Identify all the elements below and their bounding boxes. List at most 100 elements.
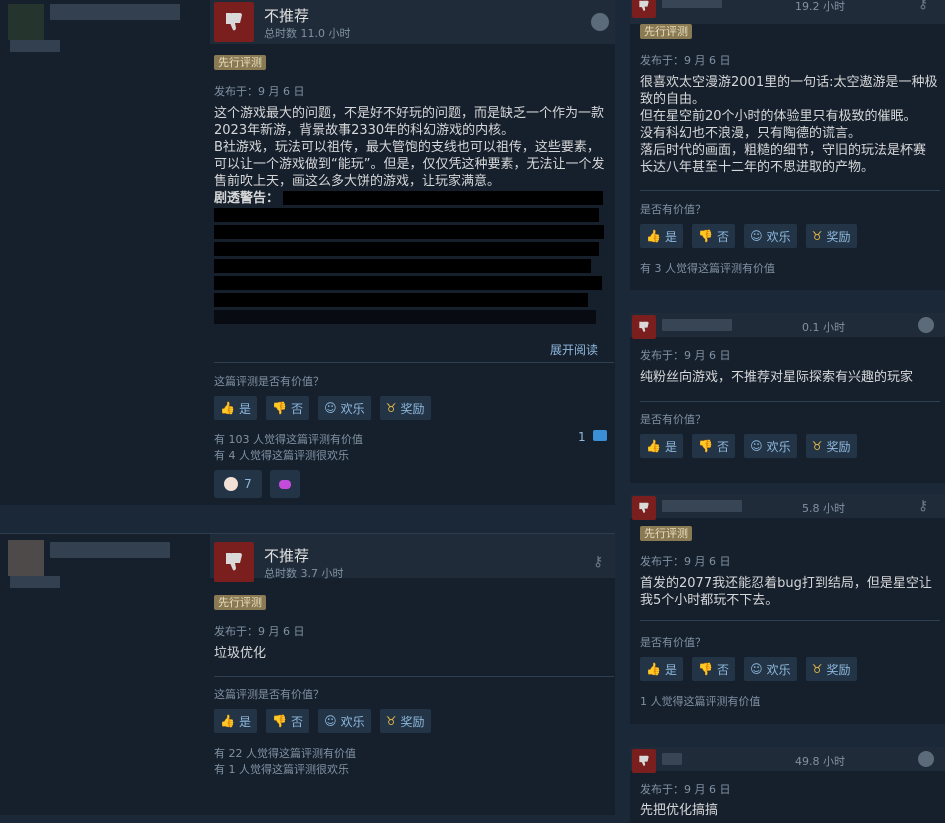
thumbs-up-icon: 👍 (220, 714, 235, 728)
comment-link[interactable]: 1 (578, 430, 608, 444)
thumbs-down-icon (632, 315, 656, 339)
review-card: 不推荐 总时数 3.7 小时 ⚷ 先行评测 发布于：9 月 6 日 垃圾优化 这… (0, 533, 615, 815)
funny-count: 有 1 人觉得这篇评测很欢乐 (214, 763, 349, 776)
avatar[interactable] (8, 4, 44, 40)
spoiler-label: 剧透警告： (214, 191, 280, 206)
spoiler-block[interactable] (214, 276, 602, 290)
thumbs-down-icon (632, 496, 656, 520)
spoiler-block[interactable] (214, 242, 599, 256)
review-text: 垃圾优化 (214, 646, 267, 661)
author-name[interactable] (662, 500, 742, 512)
thumbs-down-icon: 👎 (272, 401, 288, 415)
vote-no-button[interactable]: 👎 否 (692, 657, 736, 681)
early-access-badge: 先行评测 (640, 24, 692, 39)
author-name[interactable] (662, 753, 682, 765)
side-review-card: 5.8 小时 ⚷ 先行评测 发布于：9 月 6 日 首发的2077我还能忍着bu… (630, 494, 945, 724)
early-access-badge: 先行评测 (640, 526, 692, 541)
vote-no-button[interactable]: 👎 否 (692, 434, 736, 458)
thumbs-up-icon: 👍 (646, 229, 661, 243)
award-icon: ♉ (385, 714, 397, 728)
vote-funny-button[interactable]: ☺ 欢乐 (744, 224, 797, 248)
playtime: 0.1 小时 (802, 321, 845, 334)
smile-icon: ☺ (750, 662, 763, 676)
key-icon: ⚷ (918, 0, 929, 12)
posted-date: 发布于：9 月 6 日 (640, 349, 731, 362)
award-button[interactable]: ♉ 奖励 (805, 434, 857, 458)
vote-funny-button[interactable]: ☺ 欢乐 (744, 434, 797, 458)
verdict-label[interactable]: 不推荐 (264, 545, 309, 566)
helpful-count: 1 人觉得这篇评测有价值 (640, 695, 761, 708)
author-name[interactable] (50, 4, 180, 20)
thumbs-down-icon (214, 542, 254, 582)
award-icon: ♉ (385, 401, 397, 415)
review-text: 先把优化搞搞 (640, 803, 719, 818)
review-text: 纯粉丝向游戏，不推荐对星际探索有兴趣的玩家 (640, 370, 914, 385)
spoiler-block[interactable] (214, 310, 596, 324)
divider (214, 676, 614, 677)
vote-row: 👍 是 👎 否 ☺ 欢乐 ♉ 奖励 (640, 434, 861, 458)
award-button[interactable]: ♉ 奖励 (379, 709, 431, 733)
award-button[interactable]: ♉ 奖励 (379, 396, 431, 420)
vote-yes-button[interactable]: 👍 是 (214, 396, 257, 420)
key-icon: ⚷ (918, 498, 929, 514)
vote-yes-button[interactable]: 👍 是 (640, 657, 683, 681)
verdict-label[interactable]: 不推荐 (264, 5, 309, 26)
side-review-card: 0.1 小时 发布于：9 月 6 日 纯粉丝向游戏，不推荐对星际探索有兴趣的玩家… (630, 313, 945, 483)
award-chip[interactable] (270, 470, 300, 498)
vote-no-button[interactable]: 👎 否 (266, 396, 310, 420)
vote-yes-button[interactable]: 👍 是 (214, 709, 257, 733)
author-name[interactable] (662, 0, 722, 8)
vote-yes-button[interactable]: 👍 是 (640, 224, 683, 248)
funny-count: 有 4 人觉得这篇评测很欢乐 (214, 449, 349, 462)
thumbs-down-icon (214, 2, 254, 42)
thumbs-up-icon: 👍 (220, 401, 235, 415)
side-review-header[interactable]: 49.8 小时 (630, 747, 945, 773)
vote-funny-button[interactable]: ☺ 欢乐 (318, 396, 371, 420)
spoiler-block[interactable] (214, 293, 588, 307)
posted-date: 发布于：9 月 6 日 (214, 85, 305, 98)
read-more-link[interactable]: 展开阅读 (550, 341, 598, 358)
vote-row: 👍 是 👎 否 ☺ 欢乐 ♉ 奖励 (214, 396, 435, 420)
award-chip[interactable]: 7 (214, 470, 262, 498)
posted-date: 发布于：9 月 6 日 (640, 555, 731, 568)
vote-funny-button[interactable]: ☺ 欢乐 (744, 657, 797, 681)
award-button[interactable]: ♉ 奖励 (805, 224, 857, 248)
side-review-card: 19.2 小时 ⚷ 先行评测 发布于：9 月 6 日 很喜欢太空漫游2001里的… (630, 0, 945, 290)
posted-date: 发布于：9 月 6 日 (640, 54, 731, 67)
side-review-header[interactable]: 19.2 小时 ⚷ (630, 0, 945, 24)
helpful-question: 这篇评测是否有价值？ (214, 375, 324, 388)
side-review-header[interactable]: 5.8 小时 ⚷ (630, 494, 945, 520)
award-button[interactable]: ♉ 奖励 (805, 657, 857, 681)
avatar[interactable] (8, 540, 44, 576)
playtime: 5.8 小时 (802, 502, 845, 515)
thumbs-down-icon (632, 0, 656, 18)
side-review-header[interactable]: 0.1 小时 (630, 313, 945, 339)
spoiler-block[interactable] (214, 208, 599, 222)
smile-icon: ☺ (750, 439, 763, 453)
thumbs-down-icon: 👎 (698, 439, 714, 453)
playtime: 19.2 小时 (795, 0, 845, 13)
playtime: 总时数 3.7 小时 (264, 567, 344, 580)
spoiler-block[interactable] (214, 259, 591, 273)
comment-icon (593, 430, 608, 441)
author-block[interactable] (0, 0, 200, 505)
author-block[interactable] (0, 534, 200, 815)
author-meta (10, 40, 60, 52)
smile-icon: ☺ (324, 714, 337, 728)
early-access-badge: 先行评测 (214, 595, 266, 610)
review-text: 很喜欢太空漫游2001里的一句话:太空遨游是一种极致的自由。 但在星空前20个小… (640, 75, 938, 175)
author-name[interactable] (662, 319, 732, 331)
side-review-card: 49.8 小时 发布于：9 月 6 日 先把优化搞搞 (630, 747, 945, 823)
divider (640, 620, 940, 621)
spoiler-block[interactable] (283, 191, 603, 205)
vote-no-button[interactable]: 👎 否 (692, 224, 736, 248)
vote-yes-button[interactable]: 👍 是 (640, 434, 683, 458)
vote-funny-button[interactable]: ☺ 欢乐 (318, 709, 371, 733)
spoiler-block[interactable] (214, 225, 604, 239)
steam-icon (591, 13, 609, 31)
author-name[interactable] (50, 542, 170, 558)
thumbs-up-icon: 👍 (646, 662, 661, 676)
vote-no-button[interactable]: 👎 否 (266, 709, 310, 733)
vote-row: 👍 是 👎 否 ☺ 欢乐 ♉ 奖励 (640, 657, 861, 681)
playtime: 49.8 小时 (795, 755, 845, 768)
